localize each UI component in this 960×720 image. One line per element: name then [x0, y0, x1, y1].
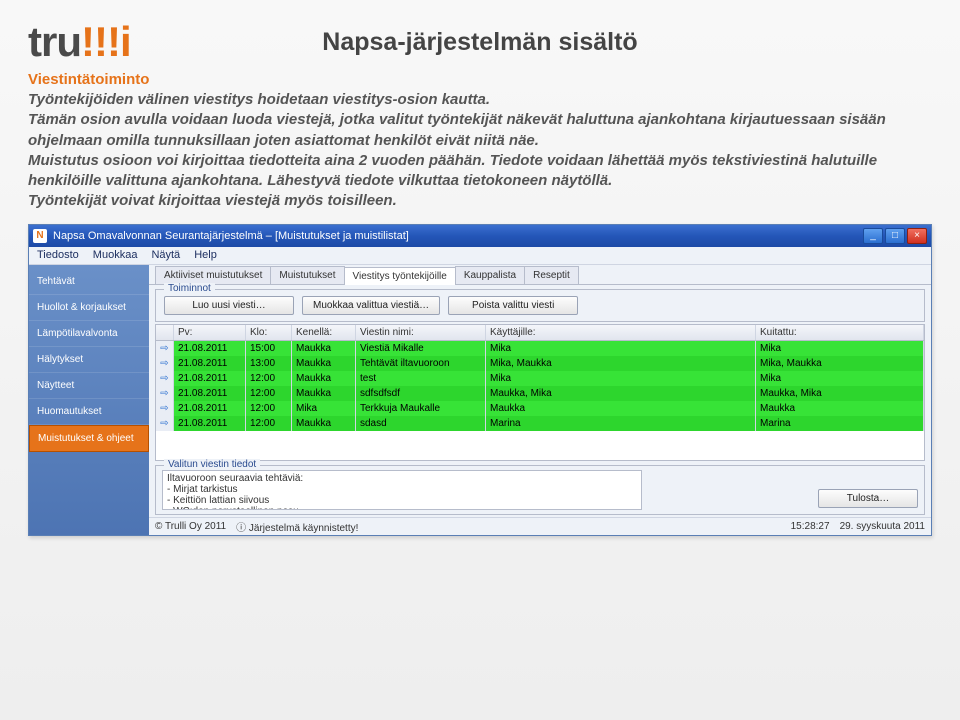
table-row[interactable]: ⇨21.08.201115:00MaukkaViestiä MikalleMik… — [156, 341, 924, 356]
app-icon: N — [33, 229, 47, 243]
table-row[interactable]: ⇨21.08.201112:00MaukkatestMikaMika — [156, 371, 924, 386]
detail-legend: Valitun viestin tiedot — [164, 459, 260, 470]
tab-shoppinglist[interactable]: Kauppalista — [455, 266, 525, 284]
delete-message-button[interactable]: Poista valittu viesti — [448, 296, 578, 315]
print-button[interactable]: Tulosta… — [818, 489, 918, 508]
row-arrow-icon: ⇨ — [156, 341, 174, 356]
window-title: Napsa Omavalvonnan Seurantajärjestelmä –… — [53, 230, 857, 242]
header-date[interactable]: Pv: — [174, 325, 246, 340]
section-heading: Viestintätoiminto — [28, 71, 932, 88]
status-running: ⓘ Järjestelmä käynnistetty! — [236, 519, 358, 534]
statusbar: © Trulli Oy 2011 ⓘ Järjestelmä käynniste… — [149, 517, 931, 535]
menubar: Tiedosto Muokkaa Näytä Help — [29, 247, 931, 265]
status-time: 15:28:27 — [791, 521, 830, 532]
new-message-button[interactable]: Luo uusi viesti… — [164, 296, 294, 315]
message-preview: Iltavuoroon seuraavia tehtäviä:- Mirjat … — [162, 470, 642, 510]
actions-group: Toiminnot Luo uusi viesti… Muokkaa valit… — [155, 289, 925, 322]
maximize-button[interactable]: □ — [885, 228, 905, 244]
sidebar-item-alarms[interactable]: Hälytykset — [29, 347, 149, 373]
tab-messaging[interactable]: Viestitys työntekijöille — [344, 267, 456, 285]
sidebar-item-tasks[interactable]: Tehtävät — [29, 269, 149, 295]
minimize-button[interactable]: _ — [863, 228, 883, 244]
row-arrow-icon: ⇨ — [156, 386, 174, 401]
header-time[interactable]: Klo: — [246, 325, 292, 340]
close-button[interactable]: × — [907, 228, 927, 244]
row-arrow-icon: ⇨ — [156, 401, 174, 416]
tabstrip: Aktiiviset muistutukset Muistutukset Vie… — [149, 265, 931, 285]
tab-active-reminders[interactable]: Aktiiviset muistutukset — [155, 266, 271, 284]
row-arrow-icon: ⇨ — [156, 416, 174, 431]
sidebar-item-maintenance[interactable]: Huollot & korjaukset — [29, 295, 149, 321]
status-date: 29. syyskuuta 2011 — [840, 521, 925, 532]
header-from[interactable]: Kenellä: — [292, 325, 356, 340]
sidebar-item-reminders[interactable]: Muistutukset & ohjeet — [29, 425, 149, 452]
sidebar: Tehtävät Huollot & korjaukset Lämpötilav… — [29, 265, 149, 535]
table-row[interactable]: ⇨21.08.201113:00MaukkaTehtävät iltavuoro… — [156, 356, 924, 371]
tab-reminders[interactable]: Muistutukset — [270, 266, 344, 284]
table-row[interactable]: ⇨21.08.201112:00MaukkasdasdMarinaMarina — [156, 416, 924, 431]
sidebar-item-temperature[interactable]: Lämpötilavalvonta — [29, 321, 149, 347]
status-copyright: © Trulli Oy 2011 — [155, 521, 226, 532]
message-grid: Pv: Klo: Kenellä: Viestin nimi: Käyttäji… — [155, 324, 925, 461]
table-row[interactable]: ⇨21.08.201112:00MikaTerkkuja MaukalleMau… — [156, 401, 924, 416]
titlebar: N Napsa Omavalvonnan Seurantajärjestelmä… — [29, 225, 931, 247]
menu-edit[interactable]: Muokkaa — [93, 249, 138, 261]
header-acknowledged[interactable]: Kuitattu: — [756, 325, 924, 340]
menu-file[interactable]: Tiedosto — [37, 249, 79, 261]
row-arrow-icon: ⇨ — [156, 371, 174, 386]
table-row[interactable]: ⇨21.08.201112:00MaukkasdfsdfsdfMaukka, M… — [156, 386, 924, 401]
menu-help[interactable]: Help — [194, 249, 217, 261]
header-recipients[interactable]: Käyttäjille: — [486, 325, 756, 340]
detail-group: Valitun viestin tiedot Iltavuoroon seura… — [155, 465, 925, 515]
page-title: Napsa-järjestelmän sisältö — [28, 28, 932, 57]
sidebar-item-notes[interactable]: Huomautukset — [29, 399, 149, 425]
sidebar-item-samples[interactable]: Näytteet — [29, 373, 149, 399]
edit-message-button[interactable]: Muokkaa valittua viestiä… — [302, 296, 440, 315]
grid-header: Pv: Klo: Kenellä: Viestin nimi: Käyttäji… — [156, 325, 924, 341]
menu-view[interactable]: Näytä — [151, 249, 180, 261]
row-arrow-icon: ⇨ — [156, 356, 174, 371]
body-text: Työntekijöiden välinen viestitys hoideta… — [28, 90, 898, 212]
actions-legend: Toiminnot — [164, 283, 215, 294]
tab-recipes[interactable]: Reseptit — [524, 266, 579, 284]
header-subject[interactable]: Viestin nimi: — [356, 325, 486, 340]
app-window: N Napsa Omavalvonnan Seurantajärjestelmä… — [28, 224, 932, 536]
